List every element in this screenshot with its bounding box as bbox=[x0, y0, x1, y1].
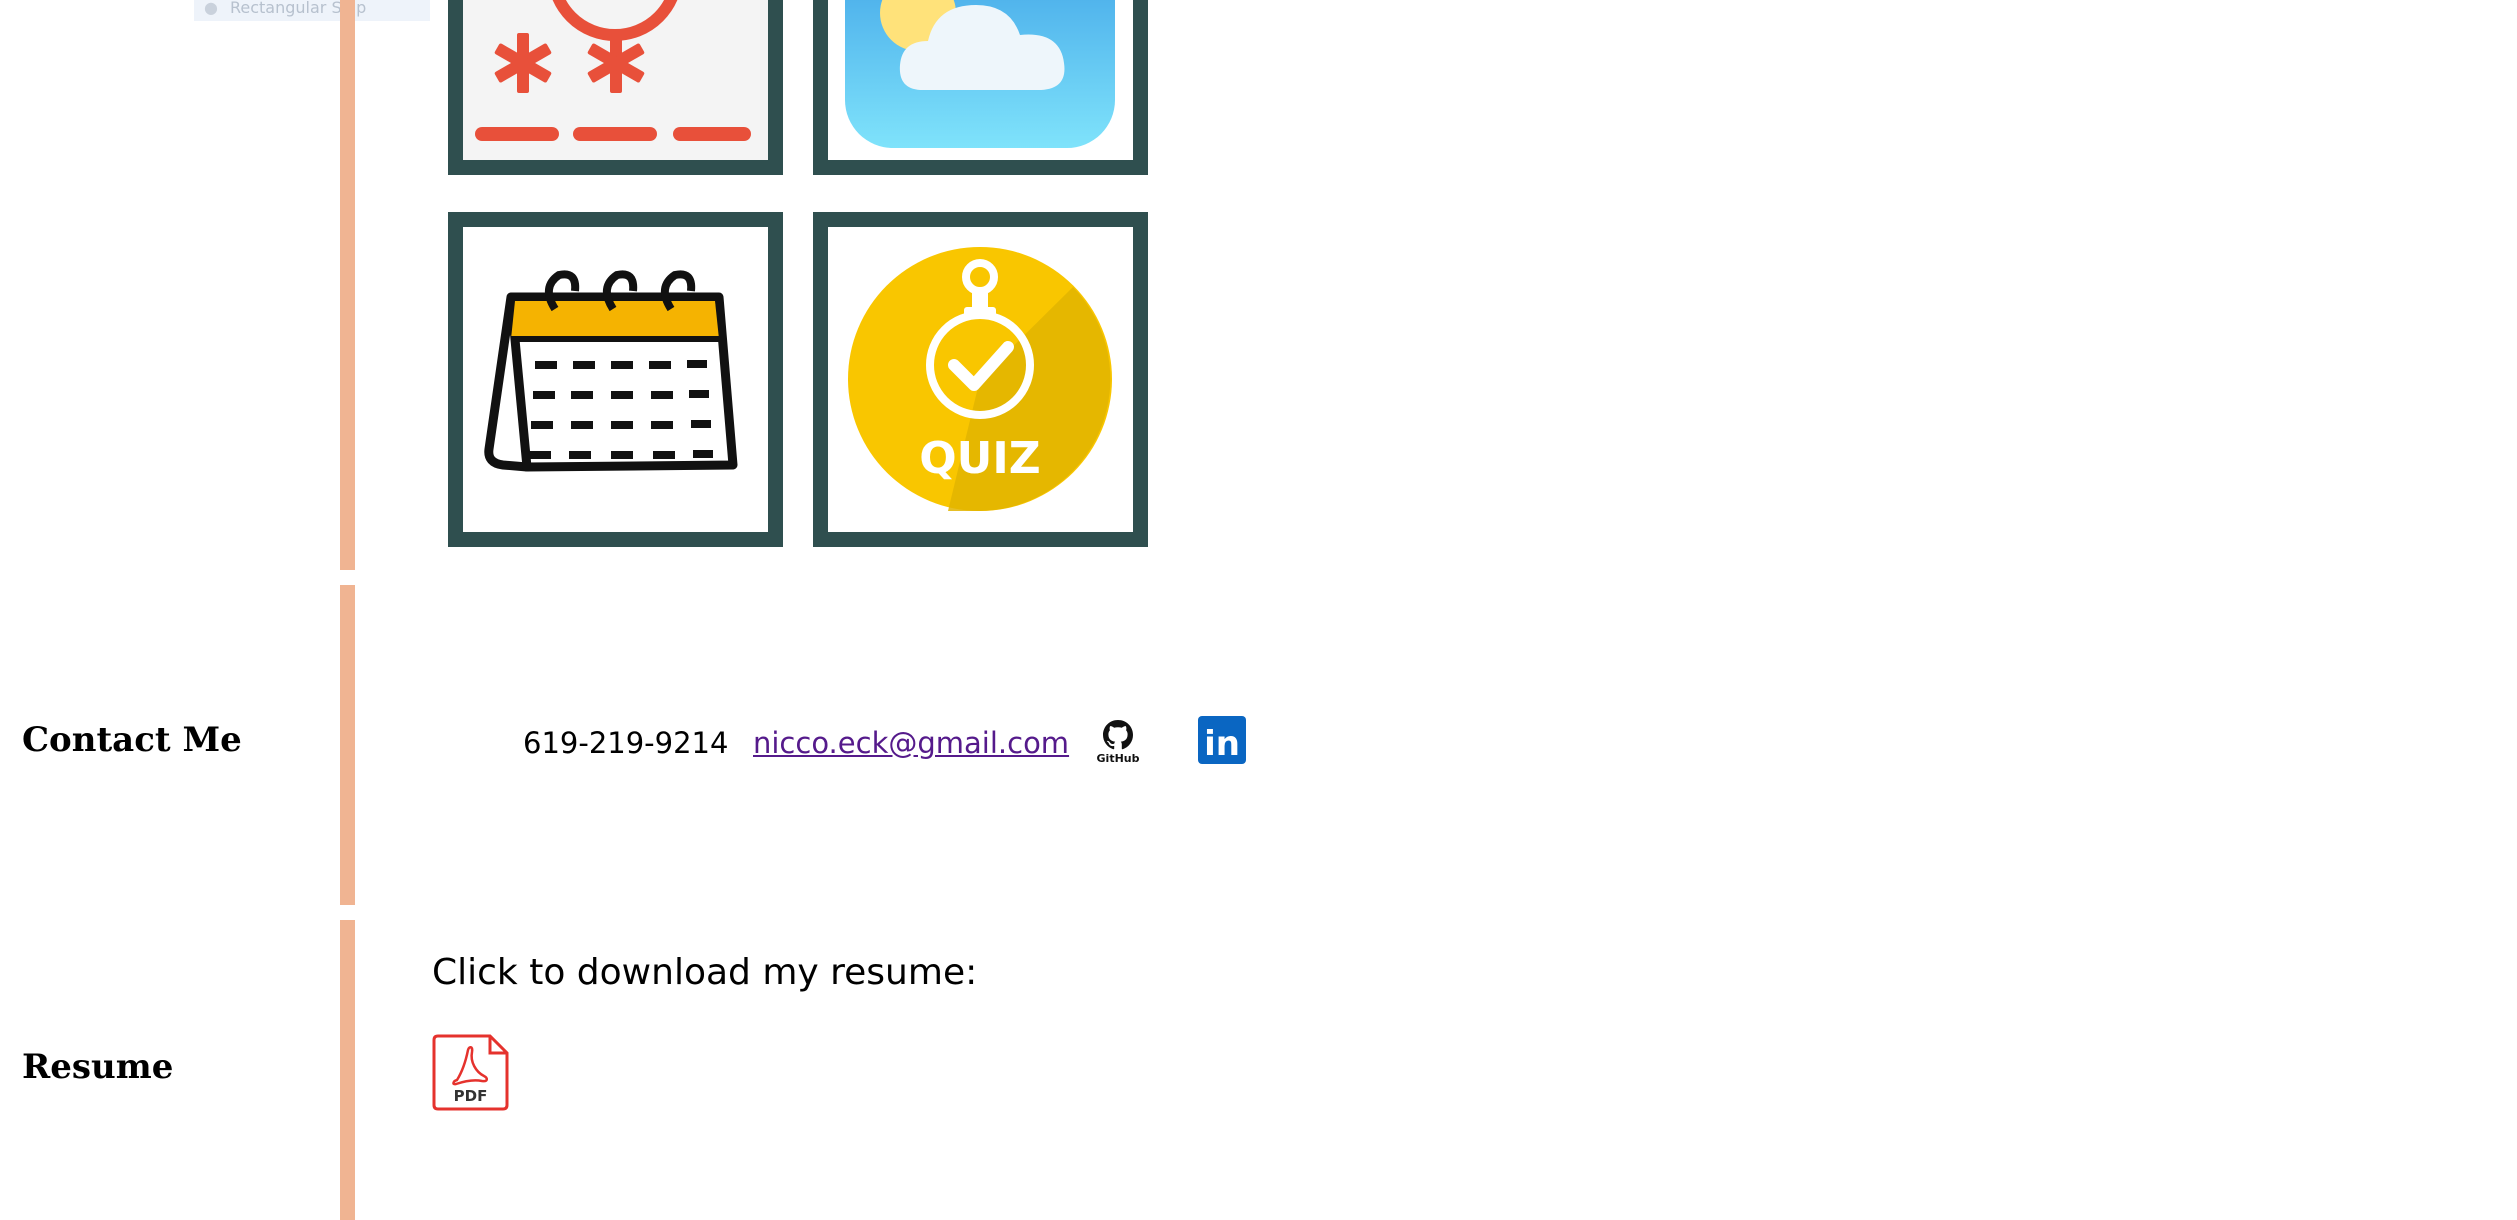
projects-accent-bar bbox=[340, 0, 355, 570]
github-label: GitHub bbox=[1097, 752, 1140, 764]
password-icon bbox=[463, 0, 768, 160]
contact-heading: Contact Me bbox=[22, 720, 242, 760]
email-link[interactable]: nicco.eck@gmail.com bbox=[753, 726, 1069, 760]
snip-tooltip: ● Rectangular Snip bbox=[194, 0, 430, 21]
quiz-label: QUIZ bbox=[919, 433, 1040, 484]
resume-accent-bar bbox=[340, 920, 355, 1220]
phone-number: 619-219-9214 bbox=[523, 726, 729, 760]
linkedin-label: in bbox=[1204, 724, 1240, 764]
github-icon: GitHub bbox=[1097, 720, 1140, 765]
project-tile-work-day-scheduler[interactable] bbox=[448, 212, 783, 547]
project-tile-code-quiz[interactable]: QUIZ bbox=[813, 212, 1148, 547]
linkedin-link[interactable]: in bbox=[1198, 716, 1246, 764]
resume-heading: Resume bbox=[22, 1047, 174, 1087]
github-link[interactable]: GitHub bbox=[1093, 718, 1143, 765]
quiz-icon: QUIZ bbox=[828, 227, 1133, 532]
project-tile-weather-dashboard[interactable] bbox=[813, 0, 1148, 175]
pdf-icon: PDF bbox=[432, 1034, 509, 1111]
pdf-label: PDF bbox=[454, 1087, 488, 1105]
calendar-icon bbox=[463, 227, 768, 532]
resume-pdf-download[interactable]: PDF bbox=[432, 1034, 509, 1111]
contact-accent-bar bbox=[340, 585, 355, 905]
snip-icon: ● bbox=[204, 0, 218, 17]
project-tile-password-generator[interactable] bbox=[448, 0, 783, 175]
linkedin-icon: in bbox=[1198, 716, 1246, 764]
resume-prompt: Click to download my resume: bbox=[432, 952, 978, 993]
weather-icon bbox=[828, 0, 1133, 160]
